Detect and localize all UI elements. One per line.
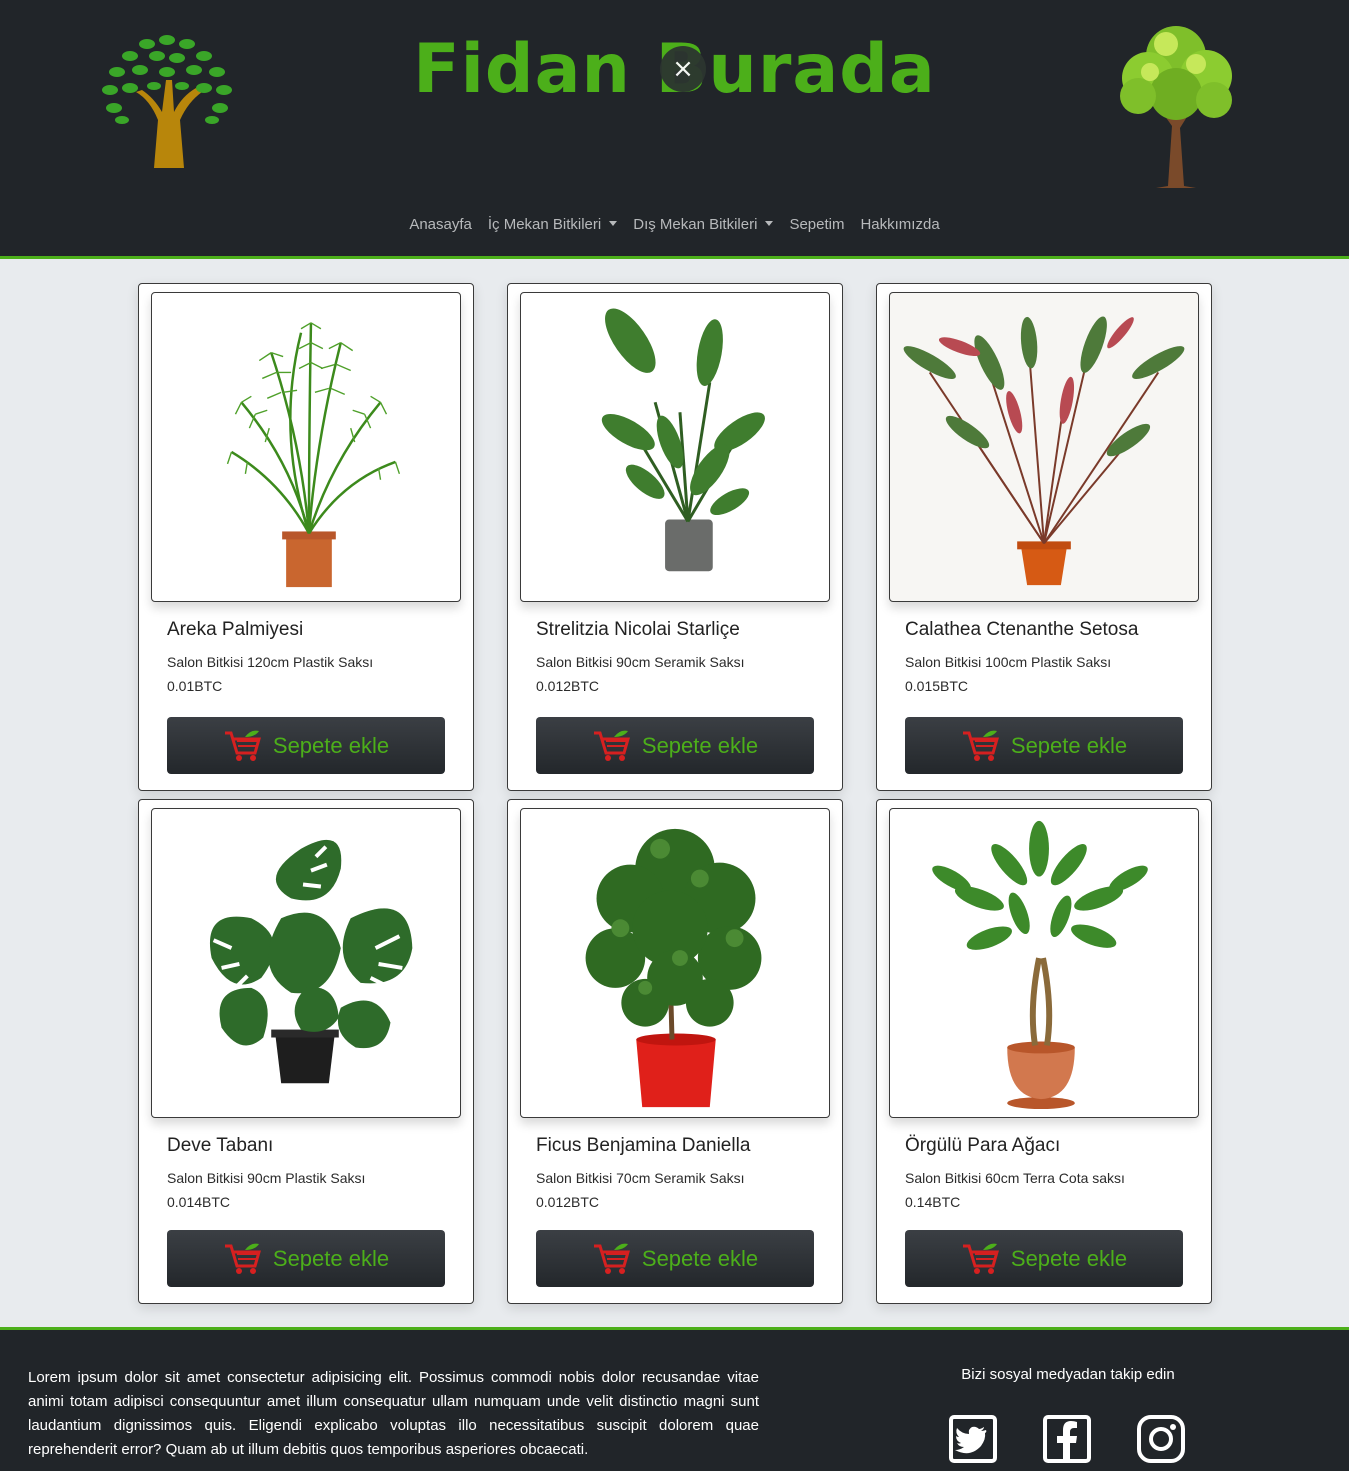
cart-icon [962,1243,999,1274]
product-description: Salon Bitkisi 120cm Plastik Saksı [167,654,374,670]
product-price: 0.015BTC [905,678,969,694]
product-name[interactable]: Ficus Benjamina Daniella [536,1135,750,1157]
add-to-cart-button[interactable]: Sepete ekle [905,1230,1183,1287]
product-card: Deve Tabanı Salon Bitkisi 90cm Plastik S… [138,799,474,1304]
footer-text: Lorem ipsum dolor sit amet consectetur a… [28,1369,759,1458]
main-nav: Anasayfa İç Mekan Bitkileri Dış Mekan Bi… [0,216,1349,233]
product-description: Salon Bitkisi 60cm Terra Cota saksı [905,1170,1125,1186]
caret-down-icon [609,220,618,226]
site-header: Fidan Burada × Anasayfa İç Mekan Bitkile… [0,0,1349,259]
cart-icon [593,1243,630,1274]
product-card: Ficus Benjamina Daniella Salon Bitkisi 7… [507,799,843,1304]
instagram-icon[interactable] [1136,1414,1186,1464]
product-price: 0.014BTC [167,1194,231,1210]
add-to-cart-button[interactable]: Sepete ekle [167,717,445,774]
close-button[interactable]: × [660,46,706,92]
ficus-image[interactable] [520,808,830,1118]
product-price: 0.012BTC [536,678,600,694]
social-title: Bizi sosyal medyadan takip edin [961,1366,1175,1383]
nav-cart[interactable]: Sepetim [789,216,844,233]
nav-outdoor-label: Dış Mekan Bitkileri [633,216,758,233]
add-to-cart-button[interactable]: Sepete ekle [905,717,1183,774]
calathea-image[interactable] [889,292,1199,602]
caret-down-icon [765,220,774,226]
product-price: 0.012BTC [536,1194,600,1210]
nav-about[interactable]: Hakkımızda [860,216,939,233]
add-to-cart-button[interactable]: Sepete ekle [536,717,814,774]
product-card: Calathea Ctenanthe Setosa Salon Bitkisi … [876,283,1212,791]
product-description: Salon Bitkisi 70cm Seramik Saksı [536,1170,745,1186]
cart-icon [962,730,999,761]
cart-icon [224,1243,261,1274]
nav-indoor-plants[interactable]: İç Mekan Bitkileri [487,216,618,233]
product-card: Örgülü Para Ağacı Salon Bitkisi 60cm Ter… [876,799,1212,1304]
product-card: Strelitzia Nicolai Starliçe Salon Bitkis… [507,283,843,791]
twitter-icon[interactable] [948,1414,998,1464]
product-description: Salon Bitkisi 90cm Plastik Saksı [167,1170,366,1186]
add-to-cart-label: Sepete ekle [272,1245,390,1271]
add-to-cart-button[interactable]: Sepete ekle [536,1230,814,1287]
add-to-cart-button[interactable]: Sepete ekle [167,1230,445,1287]
product-name[interactable]: Deve Tabanı [167,1135,273,1157]
nav-outdoor-plants[interactable]: Dış Mekan Bitkileri [633,216,774,233]
add-to-cart-label: Sepete ekle [272,732,390,758]
add-to-cart-label: Sepete ekle [641,732,759,758]
product-description: Salon Bitkisi 90cm Seramik Saksı [536,654,745,670]
add-to-cart-label: Sepete ekle [1010,1245,1128,1271]
site-footer: Lorem ipsum dolor sit amet consectetur a… [0,1327,1349,1471]
product-card: Areka Palmiyesi Salon Bitkisi 120cm Plas… [138,283,474,791]
product-price: 0.14BTC [905,1194,961,1210]
nav-home[interactable]: Anasayfa [409,216,472,233]
add-to-cart-label: Sepete ekle [1010,732,1128,758]
product-name[interactable]: Örgülü Para Ağacı [905,1135,1060,1157]
cart-icon [224,730,261,761]
product-name[interactable]: Calathea Ctenanthe Setosa [905,619,1138,641]
facebook-icon[interactable] [1042,1414,1092,1464]
tree-icon [1120,26,1232,188]
areca-palm-image[interactable] [151,292,461,602]
nav-indoor-label: İç Mekan Bitkileri [487,216,602,233]
product-name[interactable]: Areka Palmiyesi [167,619,303,641]
cart-icon [593,730,630,761]
product-name[interactable]: Strelitzia Nicolai Starliçe [536,619,740,641]
product-price: 0.01BTC [167,678,223,694]
money-tree-image[interactable] [889,808,1199,1118]
monstera-image[interactable] [151,808,461,1118]
strelitzia-image[interactable] [520,292,830,602]
add-to-cart-label: Sepete ekle [641,1245,759,1271]
product-description: Salon Bitkisi 100cm Plastik Saksı [905,654,1112,670]
